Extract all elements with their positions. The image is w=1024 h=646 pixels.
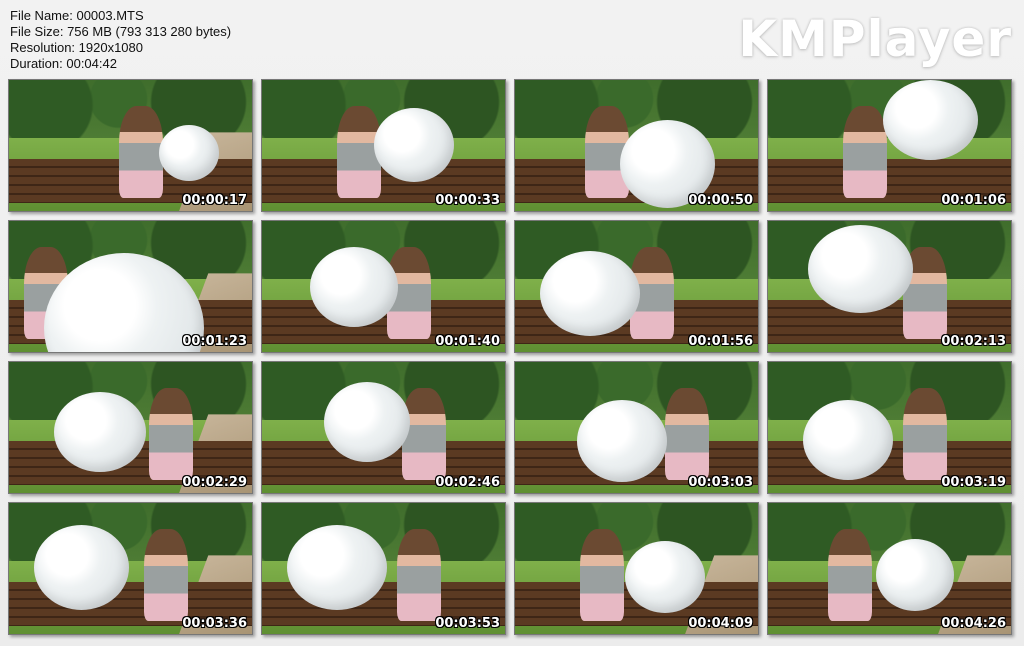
video-thumbnail[interactable]: 00:01:06 <box>767 79 1012 212</box>
thumbnail-image <box>9 80 252 211</box>
timestamp-label: 00:03:53 <box>435 616 500 631</box>
video-thumbnail[interactable]: 00:04:09 <box>514 502 759 635</box>
video-thumbnail[interactable]: 00:03:36 <box>8 502 253 635</box>
timestamp-label: 00:00:33 <box>435 193 500 208</box>
thumbnail-image <box>768 221 1011 352</box>
thumbnail-image <box>9 362 252 493</box>
file-name: File Name: 00003.MTS <box>10 8 144 23</box>
timestamp-label: 00:02:46 <box>435 475 500 490</box>
timestamp-label: 00:02:13 <box>941 334 1006 349</box>
thumbnail-image <box>515 221 758 352</box>
thumbnail-image <box>768 503 1011 634</box>
video-thumbnail[interactable]: 00:00:17 <box>8 79 253 212</box>
thumbnail-image <box>262 362 505 493</box>
timestamp-label: 00:01:06 <box>941 193 1006 208</box>
thumbnail-image <box>515 362 758 493</box>
timestamp-label: 00:00:17 <box>182 193 247 208</box>
thumbnail-image <box>9 221 252 352</box>
thumbnail-image <box>768 362 1011 493</box>
timestamp-label: 00:02:29 <box>182 475 247 490</box>
thumbnail-image <box>515 80 758 211</box>
timestamp-label: 00:04:09 <box>688 616 753 631</box>
file-info-panel: File Name: 00003.MTS File Size: 756 MB (… <box>10 8 231 72</box>
timestamp-label: 00:01:56 <box>688 334 753 349</box>
duration: Duration: 00:04:42 <box>10 56 117 71</box>
kmplayer-logo: KMPlayer <box>738 10 1012 68</box>
thumbnail-grid: 00:00:17 00:00:33 00:00:50 00:01:06 00:0… <box>8 79 1012 635</box>
timestamp-label: 00:01:23 <box>182 334 247 349</box>
video-thumbnail[interactable]: 00:00:50 <box>514 79 759 212</box>
video-thumbnail[interactable]: 00:01:56 <box>514 220 759 353</box>
video-thumbnail[interactable]: 00:01:23 <box>8 220 253 353</box>
timestamp-label: 00:04:26 <box>941 616 1006 631</box>
resolution: Resolution: 1920x1080 <box>10 40 143 55</box>
video-thumbnail[interactable]: 00:03:19 <box>767 361 1012 494</box>
video-thumbnail[interactable]: 00:04:26 <box>767 502 1012 635</box>
thumbnail-image <box>515 503 758 634</box>
video-thumbnail[interactable]: 00:02:46 <box>261 361 506 494</box>
thumbnail-image <box>262 80 505 211</box>
timestamp-label: 00:03:36 <box>182 616 247 631</box>
timestamp-label: 00:03:03 <box>688 475 753 490</box>
timestamp-label: 00:00:50 <box>688 193 753 208</box>
thumbnail-image <box>9 503 252 634</box>
file-size: File Size: 756 MB (793 313 280 bytes) <box>10 24 232 39</box>
thumbnail-image <box>262 503 505 634</box>
timestamp-label: 00:03:19 <box>941 475 1006 490</box>
thumbnail-image <box>262 221 505 352</box>
video-thumbnail[interactable]: 00:00:33 <box>261 79 506 212</box>
video-thumbnail[interactable]: 00:01:40 <box>261 220 506 353</box>
video-thumbnail[interactable]: 00:02:13 <box>767 220 1012 353</box>
timestamp-label: 00:01:40 <box>435 334 500 349</box>
thumbnail-image <box>768 80 1011 211</box>
video-thumbnail[interactable]: 00:03:53 <box>261 502 506 635</box>
video-thumbnail[interactable]: 00:02:29 <box>8 361 253 494</box>
video-thumbnail[interactable]: 00:03:03 <box>514 361 759 494</box>
